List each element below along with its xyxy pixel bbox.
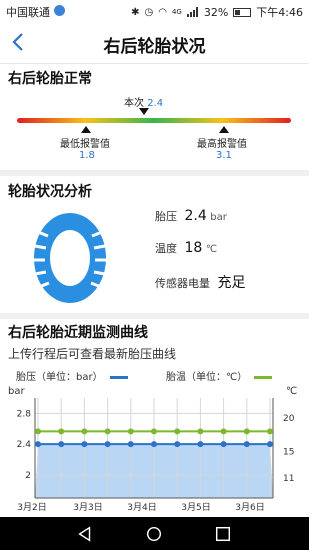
pressure-point [197, 441, 204, 448]
x-tick-label: 3月3日 [73, 502, 102, 513]
pressure-point [267, 441, 273, 448]
temperature-point [174, 428, 181, 435]
min-alarm-label: 最低报警值 [60, 139, 110, 150]
max-marker-icon [219, 126, 229, 133]
trend-subtitle: 上传行程后可查看最新胎压曲线 [8, 347, 177, 361]
min-marker-icon [81, 126, 91, 133]
pressure-gauge-bar [17, 118, 291, 123]
current-marker-icon [139, 108, 149, 115]
legend-pressure: 胎压（单位：bar） [16, 368, 128, 383]
pressure-point [127, 441, 134, 448]
carrier-label: 中国联通 [6, 6, 50, 19]
status-bar: 中国联通 ✱ ◷ ◠ 4G 32% 下午4:46 [0, 0, 309, 22]
legend-temp: 胎温（单位：℃） [166, 368, 273, 383]
current-value: 2.4 [147, 98, 164, 109]
legend-pressure-swatch [109, 375, 128, 379]
trend-title: 右后轮胎近期监测曲线 [8, 325, 148, 341]
battery-icon [233, 7, 252, 17]
temperature-value: 18 [184, 240, 203, 256]
temperature-point [197, 428, 204, 435]
left-tick-label: 2.4 [17, 440, 32, 450]
page-title: 右后轮胎状况 [103, 37, 206, 57]
tire-icon [34, 213, 106, 303]
sensor-battery-row: 传感器电量 充足 [155, 272, 246, 292]
legend-temp-swatch [254, 375, 273, 379]
nav-bar: 右后轮胎状况 [0, 22, 309, 64]
wifi-icon: ◠ [158, 6, 167, 18]
globe-icon [54, 5, 65, 16]
y-axis-right-label: ℃ [286, 386, 297, 397]
pressure-point [35, 441, 41, 448]
pressure-point [174, 441, 181, 448]
pressure-point [81, 441, 88, 448]
clock: 下午4:46 [256, 6, 303, 19]
right-tick-label: 11 [283, 474, 294, 484]
y-axis-left-label: bar [8, 386, 25, 397]
system-nav-bar [0, 517, 309, 550]
right-tick-label: 20 [283, 414, 295, 424]
divider [0, 170, 309, 176]
temperature-point [127, 428, 134, 435]
current-value-label: 本次 2.4 [124, 94, 163, 109]
temperature-point [81, 428, 88, 435]
bluetooth-icon: ✱ [131, 6, 140, 18]
trend-chart: bar ℃ 2.8 2.4 2 20 15 11 3月2日 3月3日 3月4日 3月5日 3月6日 [8, 386, 297, 513]
left-tick-label: 2 [25, 471, 31, 481]
gauge-section: 右后轮胎正常 [0, 64, 309, 170]
pressure-point [243, 441, 250, 448]
pressure-point [58, 441, 65, 448]
x-tick-label: 3月6日 [235, 502, 264, 513]
back-icon[interactable] [76, 525, 94, 543]
battery-percent: 32% [203, 5, 229, 19]
temperature-label: 温度 [155, 242, 177, 255]
temperature-point [58, 428, 65, 435]
min-alarm-value: 1.8 [79, 150, 95, 161]
pressure-point [220, 441, 227, 448]
pressure-point [151, 441, 157, 448]
recent-apps-icon[interactable] [214, 525, 232, 543]
sensor-battery-value: 充足 [217, 275, 246, 291]
temperature-point [151, 428, 157, 435]
network-type: 4G [171, 8, 182, 16]
pressure-row: 胎压 2.4 bar [155, 208, 227, 224]
gauge-title: 右后轮胎正常 [8, 71, 92, 87]
temperature-row: 温度 18 ℃ [155, 240, 217, 256]
temperature-point [35, 428, 41, 435]
x-tick-label: 3月5日 [181, 502, 210, 513]
temperature-unit: ℃ [205, 244, 218, 255]
signal-icon [186, 7, 199, 17]
home-icon[interactable] [145, 525, 163, 543]
sensor-battery-label: 传感器电量 [155, 277, 210, 290]
temperature-point [243, 428, 250, 435]
pressure-label: 胎压 [155, 210, 177, 223]
pressure-value: 2.4 [184, 208, 207, 224]
right-tick-label: 15 [283, 447, 294, 457]
temperature-point [220, 428, 227, 435]
x-tick-label: 3月4日 [127, 502, 156, 513]
pressure-point [104, 441, 111, 448]
status-right: ✱ ◷ ◠ 4G 32% 下午4:46 [131, 4, 303, 20]
temperature-point [267, 428, 273, 435]
max-alarm-value: 3.1 [216, 150, 232, 161]
max-alarm-label: 最高报警值 [197, 139, 247, 150]
pressure-unit: bar [210, 212, 227, 223]
left-tick-label: 2.8 [17, 409, 32, 419]
alarm-icon: ◷ [144, 6, 154, 18]
temperature-point [104, 428, 111, 435]
analysis-title: 轮胎状况分析 [8, 184, 92, 200]
divider [0, 313, 309, 319]
x-tick-label: 3月2日 [17, 502, 46, 513]
